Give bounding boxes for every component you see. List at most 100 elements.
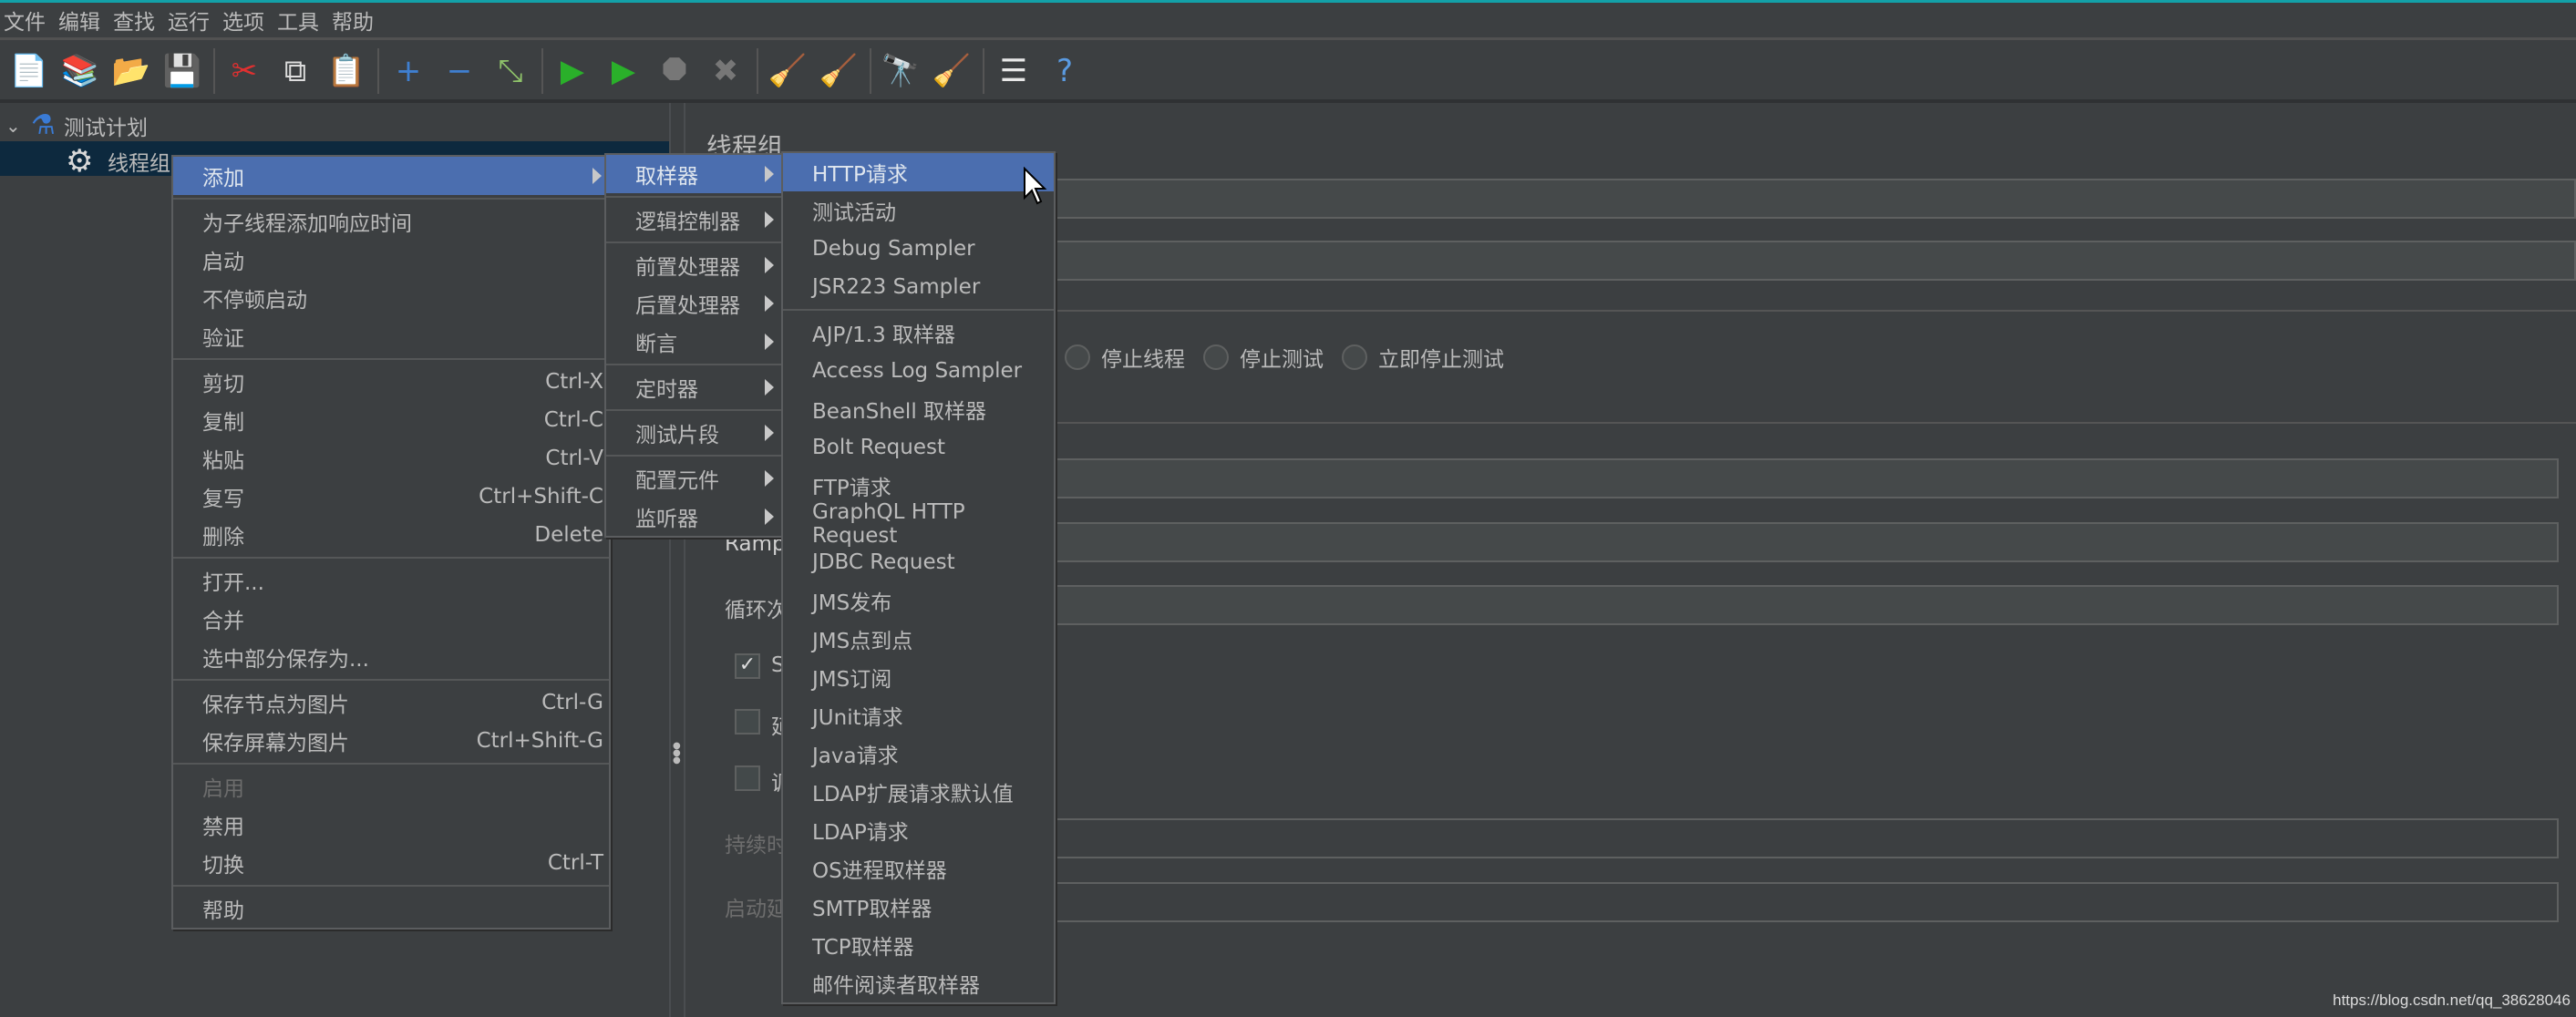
function-helper-icon[interactable]: ☰ xyxy=(992,49,1036,93)
menu-item[interactable]: 启动 xyxy=(173,241,609,279)
divider xyxy=(1053,310,2576,312)
same-user-checkbox[interactable]: ✓ xyxy=(735,653,760,679)
menu-item-label: HTTP请求 xyxy=(812,163,908,187)
menu-item[interactable]: 切换 Ctrl-T xyxy=(173,844,609,882)
menu-item[interactable]: BeanShell 取样器 xyxy=(783,390,1054,428)
menu-6[interactable]: 帮助 xyxy=(332,5,374,36)
menu-item[interactable]: LDAP扩展请求默认值 xyxy=(783,773,1054,811)
menu-item[interactable]: 添加 xyxy=(173,157,609,195)
name-field[interactable] xyxy=(1053,179,2576,219)
menu-item[interactable]: 合并 xyxy=(173,600,609,638)
menu-item[interactable]: LDAP请求 xyxy=(783,811,1054,849)
clear-icon[interactable]: 🧹 xyxy=(766,49,809,93)
menu-item[interactable]: 剪切 Ctrl-X xyxy=(173,363,609,401)
menu-item[interactable]: JMS订阅 xyxy=(783,658,1054,696)
menu-item[interactable]: HTTP请求 xyxy=(783,153,1054,191)
menu-item[interactable]: JUnit请求 xyxy=(783,696,1054,734)
menu-item[interactable]: 删除 Delete xyxy=(173,516,609,554)
menu-2[interactable]: 查找 xyxy=(113,5,155,36)
clear-all-icon[interactable]: 🧹 xyxy=(817,49,860,93)
menu-item[interactable]: AJP/1.3 取样器 xyxy=(783,313,1054,352)
menu-item[interactable]: 逻辑控制器 xyxy=(606,200,781,239)
menu-item[interactable]: Access Log Sampler xyxy=(783,352,1054,390)
reset-search-icon[interactable]: 🧹 xyxy=(930,49,974,93)
expand-icon[interactable]: + xyxy=(386,49,430,93)
menu-1[interactable]: 编辑 xyxy=(58,5,100,36)
menu-item[interactable]: 验证 xyxy=(173,317,609,355)
menu-item[interactable]: 粘贴 Ctrl-V xyxy=(173,439,609,478)
menu-item[interactable]: 启用 xyxy=(173,767,609,806)
menu-item[interactable]: Bolt Request xyxy=(783,428,1054,467)
stop-icon[interactable]: ⯃ xyxy=(653,49,696,93)
menu-item[interactable]: GraphQL HTTP Request xyxy=(783,500,1054,548)
menu-item[interactable]: 打开... xyxy=(173,561,609,600)
ramp-field[interactable] xyxy=(1053,522,2559,562)
menu-item[interactable]: 复制 Ctrl-C xyxy=(173,401,609,439)
menu-item[interactable]: 不停顿启动 xyxy=(173,279,609,317)
scheduler-checkbox[interactable] xyxy=(735,765,760,791)
menu-item-label: 选中部分保存为... xyxy=(202,648,369,672)
threads-field[interactable] xyxy=(1053,458,2559,498)
copy-icon[interactable]: ⧉ xyxy=(273,49,317,93)
delay-thread-checkbox[interactable] xyxy=(735,709,760,734)
startup-delay-field[interactable] xyxy=(1053,882,2559,922)
collapse-icon[interactable]: − xyxy=(438,49,481,93)
splitter-grip-icon[interactable]: ● ● ● xyxy=(673,742,681,765)
menu-item[interactable]: JSR223 Sampler xyxy=(783,268,1054,306)
menu-item[interactable]: 选中部分保存为... xyxy=(173,638,609,676)
loop-field[interactable] xyxy=(1053,585,2559,625)
menu-item-shortcut: Ctrl-X xyxy=(545,370,603,394)
menu-item[interactable]: 邮件阅读者取样器 xyxy=(783,964,1054,1002)
menu-item[interactable]: Debug Sampler xyxy=(783,230,1054,268)
menu-item[interactable]: 保存屏幕为图片 Ctrl+Shift-G xyxy=(173,722,609,760)
menu-item[interactable]: OS进程取样器 xyxy=(783,849,1054,888)
menu-item[interactable]: JMS发布 xyxy=(783,581,1054,620)
tree-item-test-plan[interactable]: ⌄ ⚗ 测试计划 xyxy=(5,109,148,141)
paste-icon[interactable]: 📋 xyxy=(325,49,368,93)
menu-5[interactable]: 工具 xyxy=(277,5,319,36)
menu-item[interactable]: 断言 xyxy=(606,323,781,361)
menu-item[interactable]: 前置处理器 xyxy=(606,246,781,284)
menu-item[interactable]: JDBC Request xyxy=(783,543,1054,581)
new-file-icon[interactable]: 📄 xyxy=(7,49,51,93)
help-icon[interactable]: ? xyxy=(1043,49,1087,93)
radio-stop-test[interactable] xyxy=(1203,344,1229,370)
menu-item[interactable]: 禁用 xyxy=(173,806,609,844)
radio-stop-test-now[interactable] xyxy=(1342,344,1367,370)
menu-item[interactable]: 取样器 xyxy=(606,155,781,193)
shutdown-icon[interactable]: ✖ xyxy=(704,49,747,93)
save-icon[interactable]: 💾 xyxy=(160,49,204,93)
menu-item[interactable]: 复写 Ctrl+Shift-C xyxy=(173,478,609,516)
menu-item[interactable]: 后置处理器 xyxy=(606,284,781,323)
cut-icon[interactable]: ✂ xyxy=(222,49,266,93)
menu-item[interactable]: 配置元件 xyxy=(606,459,781,498)
menu-3[interactable]: 运行 xyxy=(168,5,210,36)
toggle-icon[interactable]: ⤡ xyxy=(489,49,532,93)
start-icon[interactable]: ▶ xyxy=(551,49,594,93)
open-icon[interactable]: 📂 xyxy=(109,49,153,93)
menu-item[interactable]: 测试活动 xyxy=(783,191,1054,230)
context-menu: 添加为子线程添加响应时间 启动 不停顿启动 验证剪切 Ctrl-X 复制 Ctrl-C 粘贴 C… xyxy=(171,155,611,930)
duration-field[interactable] xyxy=(1053,818,2559,858)
comment-field[interactable] xyxy=(1053,241,2576,281)
menu-item-shortcut: Delete xyxy=(534,523,603,547)
radio-stop-thread[interactable] xyxy=(1065,344,1090,370)
menu-0[interactable]: 文件 xyxy=(4,5,46,36)
menu-item[interactable]: 测试片段 xyxy=(606,414,781,452)
menu-item[interactable]: SMTP取样器 xyxy=(783,888,1054,926)
search-icon[interactable]: 🔭 xyxy=(879,49,922,93)
menu-item[interactable]: 保存节点为图片 Ctrl-G xyxy=(173,683,609,722)
menu-item[interactable]: 帮助 xyxy=(173,889,609,928)
menu-item[interactable]: 为子线程添加响应时间 xyxy=(173,202,609,241)
menu-item[interactable]: TCP取样器 xyxy=(783,926,1054,964)
menu-item[interactable]: JMS点到点 xyxy=(783,620,1054,658)
menu-item[interactable]: 监听器 xyxy=(606,498,781,536)
menu-item[interactable]: Java请求 xyxy=(783,734,1054,773)
chevron-down-icon[interactable]: ⌄ xyxy=(5,115,31,137)
menu-item[interactable]: 定时器 xyxy=(606,368,781,406)
tree-item-thread-group[interactable]: ⚙ 线程组 xyxy=(66,143,170,180)
menu-4[interactable]: 选项 xyxy=(222,5,264,36)
start-no-pause-icon[interactable]: ▶ xyxy=(602,49,645,93)
menu-item[interactable]: FTP请求 xyxy=(783,467,1054,505)
templates-icon[interactable]: 📚 xyxy=(58,49,102,93)
